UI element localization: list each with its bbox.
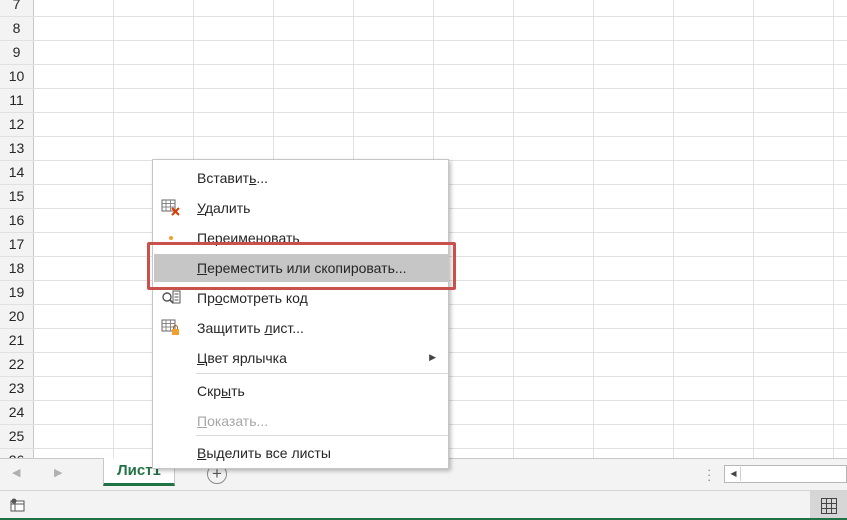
- grid-row[interactable]: 13: [0, 137, 847, 161]
- menu-separator: [196, 435, 448, 436]
- highlight-annotation-frame: [147, 242, 456, 290]
- row-header[interactable]: 26: [0, 449, 34, 458]
- row-header[interactable]: 14: [0, 161, 34, 184]
- menu-item-protect-sheet[interactable]: Защитить лист...: [154, 314, 448, 342]
- chevron-right-icon: ▶: [429, 352, 436, 362]
- menu-item-select-all-sheets[interactable]: Выделить все листы: [154, 439, 448, 467]
- row-header[interactable]: 12: [0, 113, 34, 136]
- row-header[interactable]: 24: [0, 401, 34, 424]
- grid-row[interactable]: 8: [0, 17, 847, 41]
- horizontal-scrollbar[interactable]: ◀: [724, 465, 847, 483]
- menu-separator: [196, 373, 448, 374]
- row-header[interactable]: 22: [0, 353, 34, 376]
- row-header[interactable]: 13: [0, 137, 34, 160]
- row-header[interactable]: 9: [0, 41, 34, 64]
- sheet-tab-context-menu: Вставить... Удалить Переименовать Переме…: [152, 159, 449, 469]
- menu-item-hide[interactable]: Скрыть: [154, 377, 448, 405]
- scroll-tabs-right-icon[interactable]: ▶: [54, 466, 62, 479]
- row-header[interactable]: 15: [0, 185, 34, 208]
- menu-item-unhide: Показать...: [197, 413, 269, 429]
- row-header[interactable]: 18: [0, 257, 34, 280]
- delete-sheet-icon: [161, 199, 180, 216]
- scroll-tabs-left-icon[interactable]: ◀: [12, 466, 20, 479]
- row-header[interactable]: 17: [0, 233, 34, 256]
- menu-item-insert[interactable]: Вставить...: [154, 164, 448, 192]
- menu-item-tab-color[interactable]: Цвет ярлычка ▶: [154, 344, 448, 372]
- row-header[interactable]: 16: [0, 209, 34, 232]
- status-bar: [0, 490, 847, 520]
- menu-item-delete[interactable]: Удалить: [154, 194, 448, 222]
- row-header[interactable]: 25: [0, 425, 34, 448]
- grid-row[interactable]: 12: [0, 113, 847, 137]
- row-header[interactable]: 7: [0, 0, 34, 16]
- grid-row[interactable]: 11: [0, 89, 847, 113]
- protect-sheet-icon: [161, 319, 179, 335]
- normal-view-button[interactable]: [810, 491, 847, 520]
- scroll-left-icon[interactable]: ◀: [727, 467, 741, 481]
- grid-row[interactable]: 7: [0, 0, 847, 17]
- normal-view-icon: [821, 498, 837, 514]
- tab-split-handle[interactable]: · · ·: [707, 463, 711, 486]
- row-header[interactable]: 19: [0, 281, 34, 304]
- row-header[interactable]: 11: [0, 89, 34, 112]
- row-header[interactable]: 23: [0, 377, 34, 400]
- row-header[interactable]: 10: [0, 65, 34, 88]
- grid-row[interactable]: 10: [0, 65, 847, 89]
- grid-row[interactable]: 9: [0, 41, 847, 65]
- row-header[interactable]: 8: [0, 17, 34, 40]
- row-header[interactable]: 21: [0, 329, 34, 352]
- row-header[interactable]: 20: [0, 305, 34, 328]
- macro-record-icon[interactable]: [10, 498, 26, 512]
- view-code-icon: [162, 290, 181, 304]
